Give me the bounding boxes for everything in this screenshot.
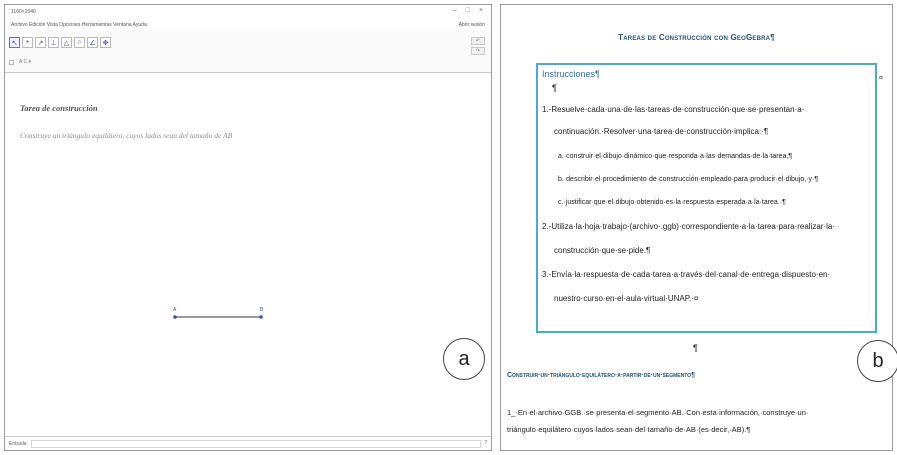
point-a-label: A bbox=[173, 307, 177, 313]
instruction-3: 3.-Envía·la·respuesta·de·cada·tarea·a·tr… bbox=[542, 270, 831, 279]
close-button[interactable]: × bbox=[479, 7, 483, 14]
marker-a: a bbox=[443, 338, 485, 380]
point-a[interactable] bbox=[173, 315, 177, 319]
geogebra-window: 1160×1040 – □ × Archivo Edición Vista Op… bbox=[4, 4, 492, 451]
perpendicular-tool-icon[interactable]: ⊥ bbox=[48, 37, 59, 48]
instruction-1-cont: continuación.·Resolver·una·tarea·de·cons… bbox=[554, 127, 769, 136]
point-b-label: B bbox=[260, 307, 264, 313]
pointer-tool-icon[interactable]: ↖ bbox=[9, 37, 20, 48]
ggb-titlebar: 1160×1040 – □ × bbox=[5, 5, 491, 19]
instruction-1: 1.-Resuelve·cada·una·de·las·tareas·de·co… bbox=[542, 105, 805, 114]
paragraph-mark: ¶ bbox=[693, 343, 698, 353]
pilcrow-mark: ¶ bbox=[552, 83, 557, 93]
section-heading: Construir·un·triángulo·equilátero·a·part… bbox=[507, 372, 695, 379]
maximize-button[interactable]: □ bbox=[466, 7, 470, 14]
instruction-1a: a.·construir·el·dibujo·dinámico·que·resp… bbox=[558, 153, 793, 160]
ggb-menubar: Archivo Edición Vista Opciones Herramien… bbox=[5, 19, 491, 31]
segment-ab[interactable]: A B bbox=[5, 73, 492, 438]
redo-icon[interactable]: ↷ bbox=[471, 47, 485, 55]
point-b[interactable] bbox=[259, 315, 263, 319]
input-label: Entrada bbox=[9, 441, 27, 447]
instruction-1b: b.·describir·el·procedimiento·de·constru… bbox=[558, 176, 819, 183]
input-help-icon[interactable]: ? bbox=[484, 440, 487, 446]
graphics-view[interactable]: Tarea de construcción Construye un trián… bbox=[5, 73, 491, 438]
circle-tool-icon[interactable]: ○ bbox=[74, 37, 85, 48]
move-view-tool-icon[interactable]: ✥ bbox=[100, 37, 111, 48]
menu-items[interactable]: Archivo Edición Vista Opciones Herramien… bbox=[11, 22, 147, 28]
document-page: Tareas de Construcción con GeoGebra¶ Ins… bbox=[500, 4, 893, 451]
input-field[interactable] bbox=[31, 440, 481, 448]
polygon-tool-icon[interactable]: △ bbox=[61, 37, 72, 48]
section-body-line-1: 1_-En·el·archivo·GGB.·se·presenta·el·seg… bbox=[507, 408, 809, 417]
style-bar[interactable]: A C ▾ bbox=[9, 59, 31, 65]
marker-b: b bbox=[857, 340, 897, 382]
cell-end-mark: ¤ bbox=[879, 75, 883, 82]
ggb-window-title: 1160×1040 bbox=[11, 9, 36, 15]
line-tool-icon[interactable]: ↗ bbox=[35, 37, 46, 48]
style-bar-options[interactable]: A C ▾ bbox=[19, 59, 31, 65]
angle-tool-icon[interactable]: ∠ bbox=[87, 37, 98, 48]
instruction-3-cont: nuestro·curso·en·el·aula·virtual·UNAP.·¤ bbox=[554, 294, 699, 303]
instructions-box: Instrucciones¶ ¶ 1.-Resuelve·cada·una·de… bbox=[536, 63, 877, 333]
point-tool-icon[interactable]: • bbox=[22, 37, 33, 48]
signin-link[interactable]: Abrir sesión bbox=[459, 22, 485, 28]
instructions-heading: Instrucciones¶ bbox=[542, 69, 600, 79]
instruction-1c: c.·justificar·que·el·dibujo·obtenido·es·… bbox=[558, 199, 786, 206]
minimize-button[interactable]: – bbox=[453, 7, 457, 14]
ggb-toolbar: ↖ • ↗ ⊥ △ ○ ∠ ✥ ↶ ↷ A C ▾ bbox=[5, 31, 491, 73]
instruction-2-cont: construcción·que·se·pide.¶ bbox=[554, 246, 651, 255]
undo-icon[interactable]: ↶ bbox=[471, 37, 485, 45]
doc-title: Tareas de Construcción con GeoGebra¶ bbox=[618, 33, 775, 42]
instruction-2: 2.-Utiliza·la·hoja·trabajo·(archivo·.ggb… bbox=[542, 222, 835, 231]
section-body-line-2: triángulo·equilátero·cuyos·lados·sean·de… bbox=[507, 425, 751, 434]
input-bar: Entrada ? bbox=[5, 436, 491, 450]
style-color-icon[interactable] bbox=[9, 59, 14, 65]
